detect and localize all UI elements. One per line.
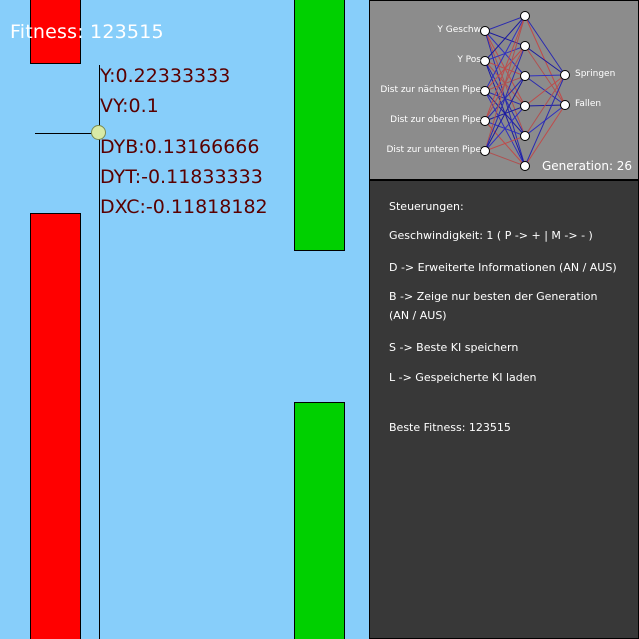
info-dyt: DYT:-0.11833333 [100, 166, 263, 188]
info-y: Y:0.22333333 [100, 65, 231, 87]
input-node [480, 86, 490, 96]
input-node [480, 116, 490, 126]
nn-connection [524, 74, 566, 77]
controls-title: Steuerungen: [389, 200, 464, 213]
hidden-node [520, 131, 530, 141]
nn-connection [524, 45, 566, 76]
input-label-y-speed: Y Geschw [437, 25, 481, 35]
top-pipe-green [294, 0, 345, 251]
input-label-bottom-pipe: Dist zur unteren Pipe [386, 145, 481, 155]
controls-panel: Steuerungen: Geschwindigkeit: 1 ( P -> +… [369, 180, 639, 639]
info-dxc: DXC:-0.11818182 [100, 196, 268, 218]
best-fitness-label: Beste Fitness: 123515 [389, 421, 511, 434]
info-dyb: DYB:0.13166666 [100, 136, 260, 158]
nn-connection [524, 74, 566, 167]
input-label-next-pipe: Dist zur nächsten Pipe [380, 85, 481, 95]
save-ai-key: S -> Beste KI speichern [389, 341, 519, 354]
debug-toggle-key: D -> Erweiterte Informationen (AN / AUS) [389, 261, 617, 274]
fitness-label: Fitness: 123515 [10, 21, 164, 43]
output-node [560, 100, 570, 110]
nn-connection [524, 15, 566, 76]
output-label-jump: Springen [575, 69, 616, 79]
best-only-key-line2: (AN / AUS) [389, 309, 447, 322]
debug-horizontal-line [35, 133, 99, 134]
game-canvas: Fitness: 123515 Y:0.22333333 VY:0.1 DYB:… [0, 0, 369, 639]
neural-network-panel: Y Geschw Y Pos Dist zur nächsten Pipe Di… [369, 0, 639, 180]
best-only-key: B -> Zeige nur besten der Generation [389, 290, 598, 303]
hidden-node [520, 41, 530, 51]
nn-connection [524, 104, 566, 167]
generation-label: Generation: 26 [542, 159, 633, 173]
hidden-node [520, 11, 530, 21]
hidden-node [520, 101, 530, 111]
input-node [480, 26, 490, 36]
input-node [480, 56, 490, 66]
output-label-fall: Fallen [575, 99, 602, 109]
input-label-top-pipe: Dist zur oberen Pipe [390, 115, 481, 125]
bottom-pipe-green [294, 402, 345, 639]
hidden-node [520, 71, 530, 81]
output-node [560, 70, 570, 80]
bottom-pipe-red [30, 213, 81, 639]
input-node [480, 146, 490, 156]
hidden-node [520, 161, 530, 171]
info-vy: VY:0.1 [100, 95, 159, 117]
load-ai-key: L -> Gespeicherte KI laden [389, 371, 537, 384]
speed-control: Geschwindigkeit: 1 ( P -> + | M -> - ) [389, 229, 593, 242]
input-label-y-pos: Y Pos [457, 55, 481, 65]
